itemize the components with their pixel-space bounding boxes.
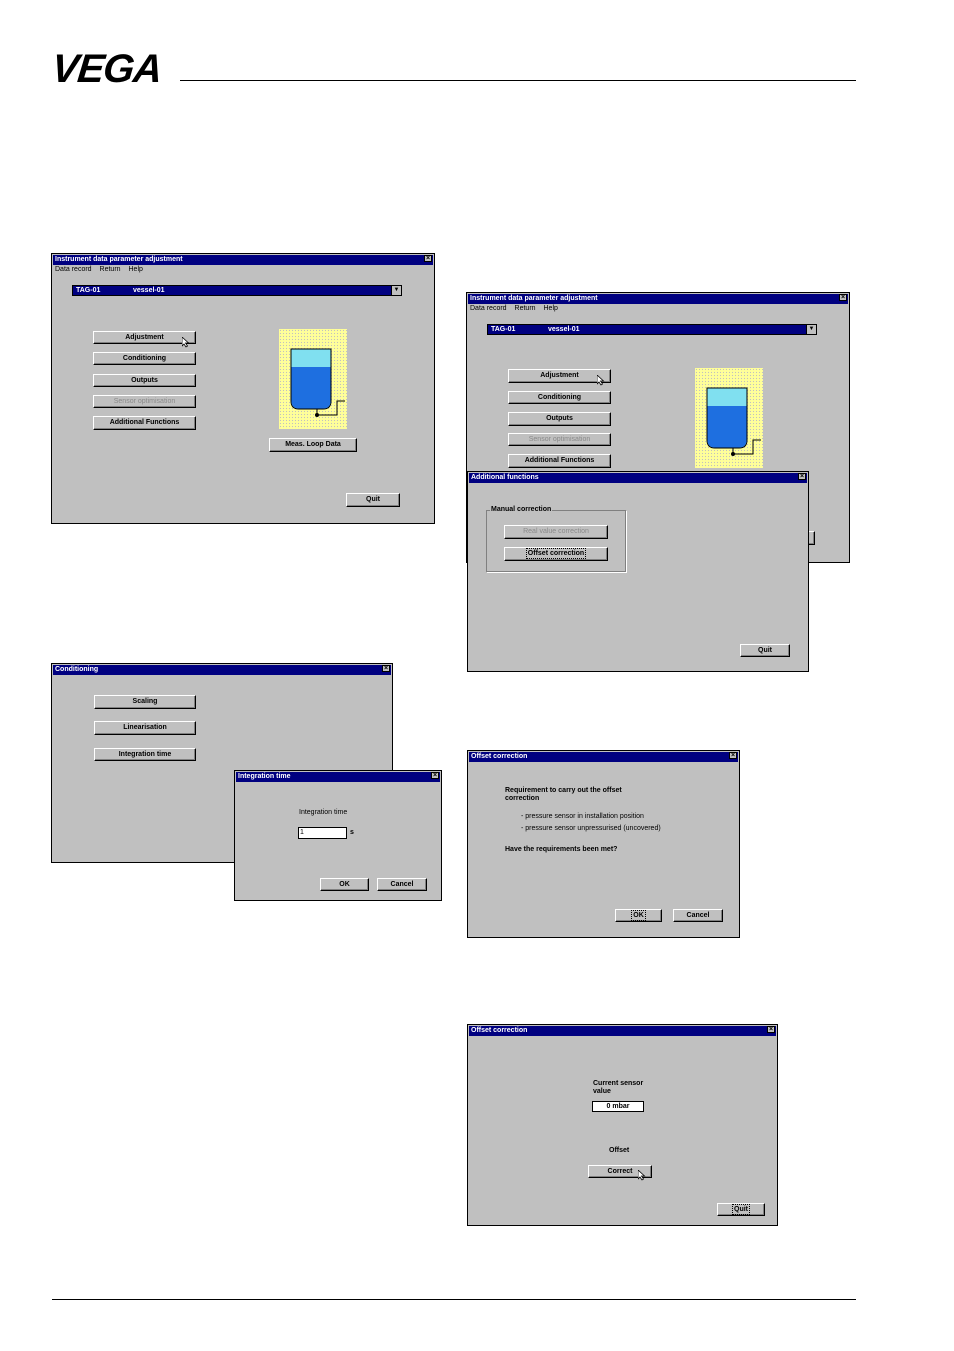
chevron-down-icon[interactable]: ▼ (806, 325, 816, 334)
integration-time-dialog: Integration time × Integration time 1 s … (234, 770, 442, 901)
menu-data-record[interactable]: Data record (470, 305, 507, 312)
ok-button[interactable]: OK (615, 909, 662, 922)
quit-button[interactable]: Quit (717, 1203, 765, 1216)
offset-correction-requirements-dialog: Offset correction × Requirement to carry… (467, 750, 740, 938)
title-bar: Offset correction (469, 1026, 776, 1036)
group-caption: Manual correction (490, 506, 553, 513)
offset-correction-button[interactable]: Offset correction (504, 547, 608, 561)
menu-bar: Data record Return Help (55, 266, 149, 273)
tag-label: TAG-01 (491, 326, 516, 333)
integration-time-label: Integration time (299, 809, 348, 816)
title-bar: Instrument data parameter adjustment (468, 294, 848, 304)
outputs-button[interactable]: Outputs (508, 412, 611, 426)
integration-time-button[interactable]: Integration time (94, 748, 196, 761)
manual-correction-group: Manual correction (486, 506, 626, 572)
footer-rule (52, 1299, 856, 1300)
menu-help[interactable]: Help (129, 266, 143, 273)
meas-loop-data-button[interactable]: Meas. Loop Data (269, 438, 357, 452)
quit-button[interactable]: Quit (346, 493, 400, 507)
menu-data-record[interactable]: Data record (55, 266, 92, 273)
cancel-button[interactable]: Cancel (673, 909, 723, 922)
conditioning-button[interactable]: Conditioning (93, 352, 196, 365)
close-icon[interactable]: × (424, 255, 432, 262)
vessel-graphic (279, 329, 347, 429)
question-text: Have the requirements been met? (505, 846, 618, 853)
menu-bar: Data record Return Help (470, 305, 564, 312)
requirement-text: Requirement to carry out the offset (505, 787, 622, 794)
scaling-button[interactable]: Scaling (94, 695, 196, 709)
additional-functions-button[interactable]: Additional Functions (508, 454, 611, 468)
menu-return[interactable]: Return (100, 266, 121, 273)
title-bar: Instrument data parameter adjustment (53, 255, 433, 265)
sensor-value-display: 0 mbar (592, 1101, 644, 1112)
conditioning-button[interactable]: Conditioning (508, 391, 611, 404)
sensor-optimisation-button[interactable]: Sensor optimisation (93, 395, 196, 408)
mouse-pointer-icon (182, 337, 190, 348)
close-icon[interactable]: × (431, 772, 439, 779)
title-bar: Offset correction (469, 752, 738, 762)
outputs-button[interactable]: Outputs (93, 374, 196, 387)
close-icon[interactable]: × (767, 1026, 775, 1033)
requirement-item: - pressure sensor unpressurised (uncover… (521, 825, 661, 832)
quit-button[interactable]: Quit (740, 644, 790, 657)
real-value-correction-button[interactable]: Real value correction (504, 525, 608, 539)
offset-correction-dialog: Offset correction × Current sensor value… (467, 1024, 778, 1226)
tag-select[interactable]: TAG-01 vessel-01 ▼ (487, 324, 817, 335)
adjustment-button[interactable]: Adjustment (93, 331, 196, 344)
menu-help[interactable]: Help (544, 305, 558, 312)
requirement-item: - pressure sensor in installation positi… (521, 813, 644, 820)
header-rule (180, 80, 856, 81)
current-sensor-label: Current sensor (593, 1080, 644, 1087)
close-icon[interactable]: × (729, 752, 737, 759)
mouse-pointer-icon (597, 375, 605, 386)
menu-return[interactable]: Return (515, 305, 536, 312)
tank-icon (279, 329, 347, 429)
tag-label: TAG-01 (76, 287, 101, 294)
close-icon[interactable]: × (839, 294, 847, 301)
additional-functions-dialog: Additional functions × Manual correction… (467, 471, 809, 672)
vessel-label: vessel-01 (548, 326, 580, 333)
unit-label: s (350, 829, 354, 836)
requirement-text-2: correction (505, 795, 540, 802)
title-bar: Additional functions (469, 473, 807, 483)
vega-logo: VEGA (49, 47, 164, 91)
integration-time-input[interactable]: 1 (298, 827, 347, 839)
chevron-down-icon[interactable]: ▼ (391, 286, 401, 295)
current-sensor-label-2: value (593, 1088, 611, 1095)
cancel-button[interactable]: Cancel (377, 878, 427, 891)
sensor-optimisation-button[interactable]: Sensor optimisation (508, 433, 611, 446)
vessel-label: vessel-01 (133, 287, 165, 294)
vessel-graphic (695, 368, 763, 468)
additional-functions-button[interactable]: Additional Functions (93, 416, 196, 430)
adjustment-button[interactable]: Adjustment (508, 369, 611, 383)
instrument-window-left: Instrument data parameter adjustment × D… (51, 253, 435, 524)
title-bar: Integration time (236, 772, 440, 782)
offset-label: Offset (609, 1147, 630, 1154)
close-icon[interactable]: × (798, 473, 806, 480)
mouse-pointer-icon (638, 1170, 646, 1181)
tank-icon (695, 368, 763, 468)
ok-button[interactable]: OK (320, 878, 369, 891)
tag-select[interactable]: TAG-01 vessel-01 ▼ (72, 285, 402, 296)
title-bar: Conditioning (53, 665, 391, 675)
close-icon[interactable]: × (382, 665, 390, 672)
linearisation-button[interactable]: Linearisation (94, 721, 196, 735)
